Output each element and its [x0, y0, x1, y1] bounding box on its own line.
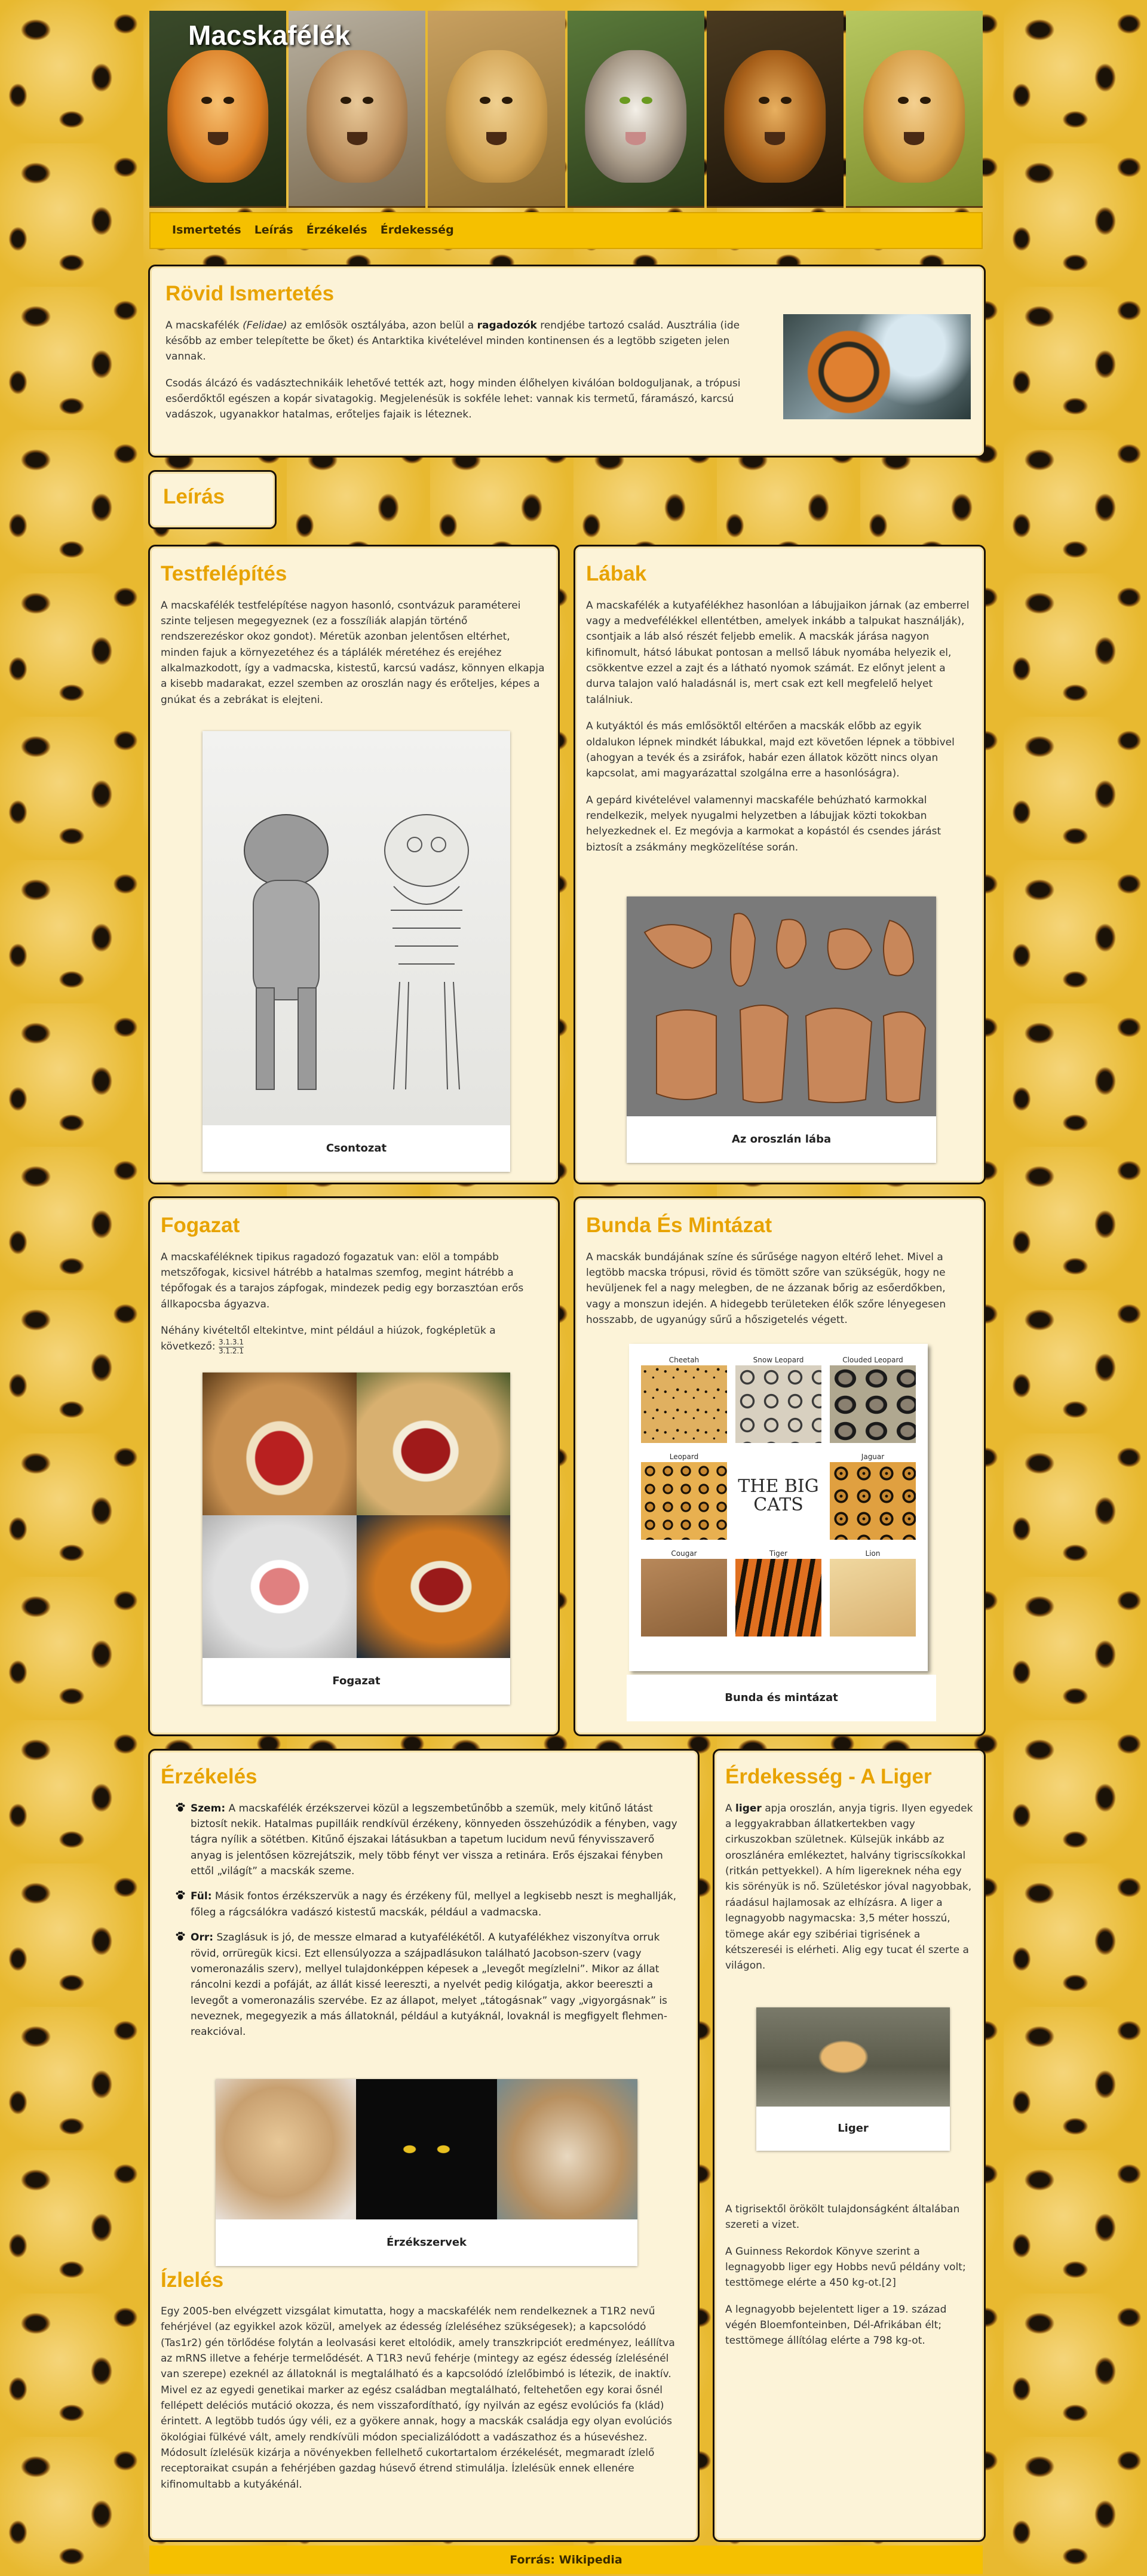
bunda-paragraph: A macskák bundájának színe és sűrűsége n… — [586, 1251, 946, 1327]
nav-erzekeles[interactable]: Érzékelés — [306, 222, 367, 239]
senses-list: Szem: A macskafélék érzékszervei közül a… — [175, 1801, 687, 2040]
fur-cell-clouded-leopard: Clouded Leopard — [830, 1355, 916, 1443]
skeleton-caption: Csontozat — [326, 1142, 387, 1155]
senses-figure: Érzékszervek — [216, 2079, 637, 2266]
bunda-title: Bunda És Mintázat — [586, 1214, 772, 1237]
skeleton-figure: Csontozat — [203, 731, 510, 1172]
fur-figure: Cheetah Snow Leopard Clouded Leopard Leo… — [627, 1344, 936, 1721]
paws-figure: Az oroszlán lába — [627, 896, 936, 1163]
erzekeles-title: Érzékelés — [161, 1765, 257, 1788]
fur-caption: Bunda és mintázat — [627, 1675, 936, 1721]
paws-image — [627, 896, 936, 1116]
teeth-photo-lion — [203, 1373, 357, 1515]
tiger-swatch — [735, 1559, 821, 1637]
senses-image-strip — [216, 2079, 637, 2219]
labak-paragraph-1: A macskafélék a kutyafélékhez hasonlóan … — [586, 599, 970, 706]
intro-paragraph-2: Csodás álcázó és vadásztechnikáik lehető… — [165, 377, 741, 421]
izleles-title: Ízlelés — [161, 2268, 224, 2292]
banner-photo-housecat — [567, 11, 704, 208]
sense-item-eye: Szem: A macskafélék érzékszervei közül a… — [175, 1801, 687, 1880]
sense-item-ear: Fül: Másik fontos érzékszervük a nagy és… — [175, 1889, 687, 1920]
cheetah-swatch — [641, 1365, 727, 1443]
teeth-figure: Fogazat — [203, 1373, 510, 1705]
liger-paragraph-3: A Guinness Rekordok Könyve szerint a leg… — [725, 2245, 966, 2289]
nav-ismertetes[interactable]: Ismertetés — [172, 222, 241, 239]
labak-panel: Lábak A macskafélék a kutyafélékhez haso… — [574, 545, 986, 1184]
fur-cell-title: THE BIG CATS — [738, 1475, 819, 1515]
skeleton-image — [203, 731, 510, 1125]
liger-paragraph-1: A liger apja oroszlán, anyja tigris. Ily… — [725, 1802, 973, 1972]
site-title: Macskafélék — [188, 20, 351, 51]
paw-icon — [175, 1931, 186, 1942]
main-nav: Ismertetés Leírás Érzékelés Érdekesség — [149, 212, 983, 249]
paw-icon — [175, 1802, 186, 1813]
fur-cell-cougar: Cougar — [641, 1548, 727, 1637]
nav-erdekesseg[interactable]: Érdekesség — [381, 222, 454, 239]
nav-leiras[interactable]: Leírás — [254, 222, 293, 239]
banner-photo-jaguar — [845, 11, 983, 208]
liger-caption: Liger — [838, 2122, 869, 2135]
fur-cell-jaguar: Jaguar — [830, 1451, 916, 1540]
erzekeles-panel: Érzékelés Szem: A macskafélék érzékszerv… — [148, 1749, 700, 2542]
teeth-photo-tiger — [356, 1515, 510, 1658]
fur-cell-tiger: Tiger — [735, 1548, 821, 1637]
intro-title: Rövid Ismertetés — [165, 282, 335, 305]
paws-caption: Az oroszlán lába — [731, 1133, 832, 1146]
cougar-swatch — [641, 1559, 727, 1637]
senses-photo-lion-cub — [216, 2079, 357, 2219]
liger-paragraph-2: A tigrisektől örökölt tulajdonságként ál… — [725, 2203, 960, 2231]
fogazat-title: Fogazat — [161, 1214, 240, 1237]
sense-item-nose: Orr: Szaglásuk is jó, de messze elmarad … — [175, 1930, 687, 2040]
paws-illustration — [643, 913, 927, 1103]
izleles-paragraph: Egy 2005-ben elvégzett vizsgálat kimutat… — [161, 2305, 675, 2491]
senses-photo-cat-eyes — [356, 2079, 497, 2219]
tooth-formula: 3.1.3.1 3.1.2.1 — [218, 1338, 244, 1355]
leiras-title: Leírás — [163, 485, 225, 508]
fogazat-paragraph-2: Néhány kivételtől eltekintve, mint példá… — [161, 1325, 496, 1355]
liger-title: Érdekesség - A Liger — [725, 1765, 932, 1788]
fur-cell-snow-leopard: Snow Leopard — [735, 1355, 821, 1443]
senses-caption: Érzékszervek — [386, 2236, 467, 2249]
intro-paragraph-1: A macskafélék (Felidae) az emlősök osztá… — [165, 319, 740, 363]
testfelepites-paragraph: A macskafélék testfelépítése nagyon haso… — [161, 599, 545, 706]
senses-photo-caracal — [496, 2079, 637, 2219]
liger-photo — [756, 2007, 950, 2107]
fur-cell-cheetah: Cheetah — [641, 1355, 727, 1443]
liger-figure: Liger — [756, 2007, 950, 2151]
fur-cell-lion: Lion — [830, 1548, 916, 1637]
testfelepites-title: Testfelépítés — [161, 562, 287, 585]
intro-photo-tiger-splash — [783, 314, 971, 419]
banner-photo-lion — [706, 11, 844, 208]
skeleton-illustration — [244, 814, 469, 1090]
snow-leopard-swatch — [735, 1365, 821, 1443]
paw-icon — [175, 1890, 186, 1900]
labak-paragraph-2: A kutyáktól és más emlősöktől eltérően a… — [586, 720, 955, 780]
labak-paragraph-3: A gepárd kivételével valamennyi macskafé… — [586, 794, 941, 853]
teeth-caption: Fogazat — [332, 1675, 381, 1687]
footer-source: Forrás: Wikipedia — [149, 2546, 983, 2574]
labak-title: Lábak — [586, 562, 647, 585]
liger-panel: Érdekesség - A Liger A liger apja oroszl… — [713, 1749, 986, 2542]
fogazat-panel: Fogazat A macskaféléknek tipikus ragadoz… — [148, 1196, 560, 1736]
leiras-header-panel: Leírás — [148, 470, 277, 529]
banner-photo-lioness — [428, 11, 565, 208]
lion-swatch — [830, 1559, 916, 1637]
teeth-image-grid — [203, 1373, 510, 1658]
clouded-leopard-swatch — [830, 1365, 916, 1443]
liger-paragraph-4: A legnagyobb bejelentett liger a 19. szá… — [725, 2303, 947, 2347]
bunda-panel: Bunda És Mintázat A macskák bundájának s… — [574, 1196, 986, 1736]
testfelepites-panel: Testfelépítés A macskafélék testfelépíté… — [148, 545, 560, 1184]
fur-chart: Cheetah Snow Leopard Clouded Leopard Leo… — [629, 1344, 928, 1671]
liger-facts: A tigrisektől örökölt tulajdonságként ál… — [725, 2202, 977, 2360]
intro-panel: Rövid Ismertetés A macskafélék (Felidae)… — [148, 265, 986, 458]
leopard-swatch — [641, 1462, 727, 1540]
fogazat-paragraph-1: A macskaféléknek tipikus ragadozó fogaza… — [161, 1251, 524, 1310]
fur-cell-leopard: Leopard — [641, 1451, 727, 1540]
teeth-photo-housecat — [203, 1515, 357, 1658]
teeth-photo-cheetah — [356, 1373, 510, 1515]
jaguar-swatch — [830, 1462, 916, 1540]
